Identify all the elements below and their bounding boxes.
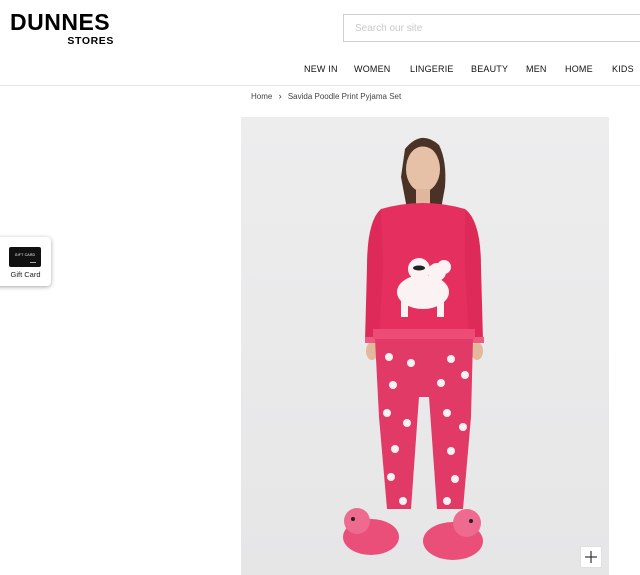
gift-card-label: Gift Card [10, 270, 41, 279]
nav-item-men[interactable]: MEN [526, 64, 547, 74]
zoom-button[interactable] [580, 546, 602, 568]
nav-item-home[interactable]: HOME [565, 64, 593, 74]
gift-card-icon-text: GIFT CARD [14, 253, 36, 257]
dunnes-logo[interactable]: DUNNES STORES [10, 9, 114, 48]
product-image[interactable] [241, 117, 609, 575]
nav-item-women[interactable]: WOMEN [354, 64, 391, 74]
nav-item-kids[interactable]: KIDS [612, 64, 634, 74]
logo-main-text: DUNNES [10, 9, 111, 35]
gift-card-widget[interactable]: GIFT CARD Gift Card [0, 237, 51, 286]
breadcrumb-current: Savida Poodle Print Pyjama Set [287, 92, 402, 101]
logo-sub-text: STORES [67, 35, 114, 47]
chevron-right-icon: › [278, 91, 282, 101]
gift-card-icon: GIFT CARD [9, 247, 41, 267]
nav-item-new-in[interactable]: NEW IN [304, 64, 338, 74]
breadcrumb-home-link[interactable]: Home [251, 92, 272, 101]
plus-icon [585, 551, 597, 563]
main-nav: NEW IN WOMEN LINGERIE BEAUTY MEN HOME KI… [0, 64, 640, 76]
breadcrumb: Home › Savida Poodle Print Pyjama Set [251, 91, 401, 101]
nav-item-beauty[interactable]: BEAUTY [471, 64, 508, 74]
search-box [343, 14, 640, 42]
site-header: DUNNES STORES NEW IN WOMEN LINGERIE BEAU… [0, 0, 640, 86]
product-photo [241, 117, 609, 575]
nav-item-lingerie[interactable]: LINGERIE [410, 64, 454, 74]
search-input[interactable] [344, 15, 640, 41]
